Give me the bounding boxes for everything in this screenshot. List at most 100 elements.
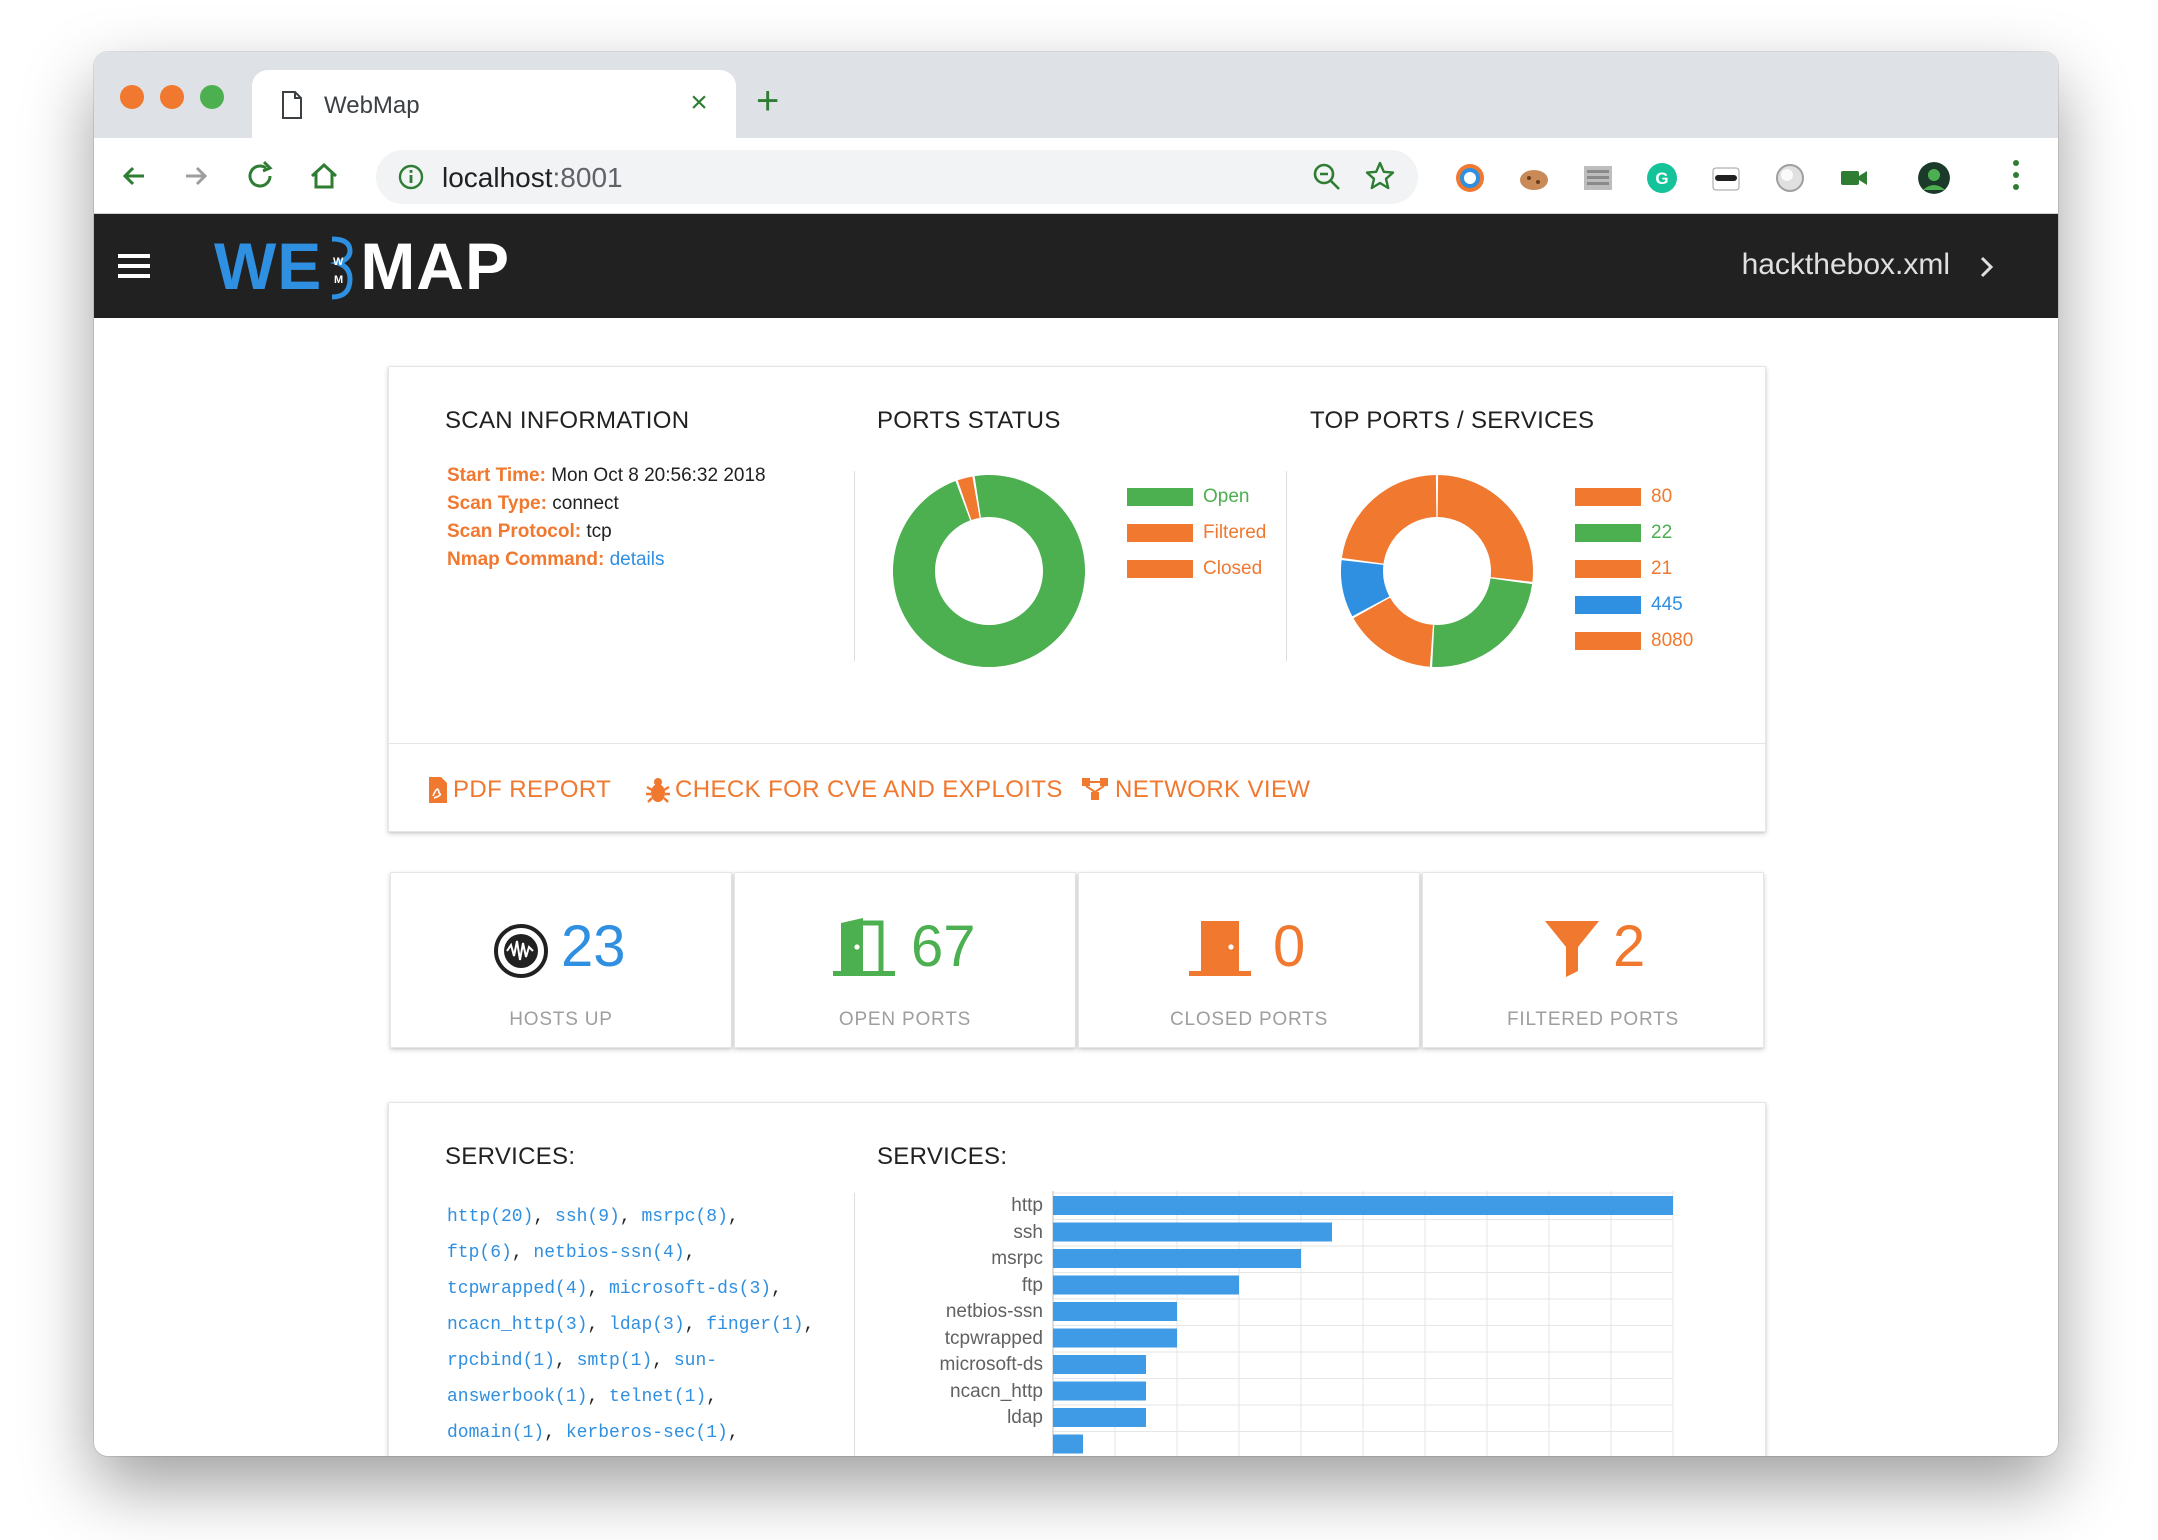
extension-grid-icon[interactable] xyxy=(1582,162,1614,194)
legend-label: 22 xyxy=(1651,522,1673,543)
closed-ports-label: CLOSED PORTS xyxy=(1169,1009,1329,1030)
extension-circle-icon[interactable] xyxy=(1774,162,1806,194)
service-link[interactable]: msrpc(8) xyxy=(641,1207,727,1227)
service-link[interactable]: http(20) xyxy=(447,1207,533,1227)
extension-mask-icon[interactable] xyxy=(1710,162,1742,194)
bar-tcpwrapped[interactable] xyxy=(1053,1328,1177,1348)
bar-msrpc[interactable] xyxy=(1053,1249,1301,1268)
svg-text:W: W xyxy=(333,256,344,268)
legend-swatch xyxy=(1575,488,1641,506)
logo-mark-icon: W M xyxy=(330,236,353,300)
bar-ftp[interactable] xyxy=(1053,1275,1239,1295)
ports-status-title: PORTS STATUS xyxy=(877,407,1061,434)
nmap-command-details-link[interactable]: details xyxy=(610,549,665,570)
top-ports-title: TOP PORTS / SERVICES xyxy=(1310,407,1595,434)
bar-label: msrpc xyxy=(991,1248,1043,1269)
close-tab-icon[interactable]: × xyxy=(684,88,714,118)
reload-icon[interactable] xyxy=(240,156,280,196)
donut-slice-8080[interactable] xyxy=(1341,475,1437,564)
service-link[interactable]: tcpwrapped(4) xyxy=(447,1279,587,1299)
close-window-button[interactable] xyxy=(120,85,144,109)
services-line: http(20), ssh(9), msrpc(8), xyxy=(447,1207,739,1227)
info-icon[interactable] xyxy=(398,164,424,190)
svg-text:M: M xyxy=(334,274,344,286)
service-link[interactable]: smtp(1) xyxy=(577,1351,653,1371)
bar-microsoft-ds[interactable] xyxy=(1053,1355,1146,1374)
service-link[interactable]: ssh(9) xyxy=(555,1207,620,1227)
bar-netbios-ssn[interactable] xyxy=(1053,1302,1177,1321)
bar-http[interactable] xyxy=(1053,1196,1673,1215)
maximize-window-button[interactable] xyxy=(200,85,224,109)
legend-swatch xyxy=(1127,524,1193,542)
donut-slice-80[interactable] xyxy=(1437,475,1533,582)
extension-cookie-icon[interactable] xyxy=(1518,162,1550,194)
hamburger-menu-icon[interactable] xyxy=(118,254,150,278)
filtered-ports-label: FILTERED PORTS xyxy=(1506,1009,1680,1030)
legend-swatch xyxy=(1575,632,1641,650)
bar-label: tcpwrapped xyxy=(944,1327,1043,1349)
zoom-icon[interactable] xyxy=(1312,162,1342,192)
document-icon xyxy=(282,91,302,119)
bar-ncacn_http[interactable] xyxy=(1053,1381,1146,1401)
main-content: SCAN INFORMATION Start Time: Mon Oct 8 2… xyxy=(94,318,2058,1456)
service-link[interactable]: answerbook(1) xyxy=(447,1387,587,1407)
divider xyxy=(1286,471,1287,661)
open-ports-card[interactable]: 67 OPEN PORTS xyxy=(734,872,1076,1048)
service-link[interactable]: domain(1) xyxy=(447,1423,544,1443)
service-link[interactable]: finger(1) xyxy=(706,1315,803,1335)
legend-swatch xyxy=(1127,560,1193,578)
service-link[interactable]: kerberos-sec(1) xyxy=(566,1423,728,1443)
video-camera-icon[interactable] xyxy=(1838,162,1870,194)
back-arrow-icon[interactable] xyxy=(114,156,154,196)
extension-colorful-icon[interactable] xyxy=(1454,162,1486,194)
donut-slice-open[interactable] xyxy=(893,475,1085,667)
legend-label: 80 xyxy=(1651,486,1673,507)
browser-toolbar: localhost:8001 G xyxy=(94,138,2058,214)
pdf-file-icon xyxy=(429,777,447,803)
bar-ldap[interactable] xyxy=(1053,1408,1146,1427)
service-link[interactable]: ftp(6) xyxy=(447,1243,512,1263)
hosts-up-card[interactable]: 23 HOSTS UP xyxy=(390,872,732,1048)
chevron-right-icon[interactable] xyxy=(1974,252,1998,282)
service-link[interactable]: rpcbind(1) xyxy=(447,1351,555,1371)
closed-ports-value: 0 xyxy=(1273,914,1306,979)
filtered-ports-card[interactable]: 2 FILTERED PORTS xyxy=(1422,872,1764,1048)
ports-status-donut-chart xyxy=(893,475,1085,667)
svg-text:G: G xyxy=(1655,169,1668,188)
service-link[interactable]: microsoft-ds(3) xyxy=(609,1279,771,1299)
network-view-button[interactable]: NETWORK VIEW xyxy=(1081,776,1310,804)
bookmark-star-icon[interactable] xyxy=(1364,160,1396,192)
service-link[interactable]: ncacn_http(3) xyxy=(447,1315,587,1335)
minimize-window-button[interactable] xyxy=(160,85,184,109)
check-cve-button[interactable]: CHECK FOR CVE AND EXPLOITS xyxy=(645,776,1063,804)
app-header: WE W M MAP hackthebox.xml xyxy=(94,214,2058,318)
bar-ssh[interactable] xyxy=(1053,1222,1332,1242)
service-link[interactable]: netbios-ssn(4) xyxy=(533,1243,684,1263)
service-link[interactable]: telnet(1) xyxy=(609,1387,706,1407)
address-bar[interactable]: localhost:8001 xyxy=(376,150,1418,204)
webmap-logo[interactable]: WE W M MAP xyxy=(214,230,510,302)
services-bar-chart xyxy=(1052,1191,1674,1456)
pdf-report-button[interactable]: PDF REPORT xyxy=(427,776,611,804)
url-text[interactable]: localhost:8001 xyxy=(442,162,623,194)
legend-swatch xyxy=(1575,524,1641,542)
scan-type-line: Scan Type: connect xyxy=(447,493,619,514)
start-time-line: Start Time: Mon Oct 8 20:56:32 2018 xyxy=(447,465,766,486)
service-link[interactable]: sun- xyxy=(674,1351,717,1371)
profile-avatar[interactable] xyxy=(1918,162,1950,194)
scan-filename[interactable]: hackthebox.xml xyxy=(1742,248,1950,282)
grammarly-icon[interactable]: G xyxy=(1646,162,1678,194)
divider xyxy=(854,1193,855,1456)
closed-ports-card[interactable]: 0 CLOSED PORTS xyxy=(1078,872,1420,1048)
service-link[interactable]: ldap(3) xyxy=(609,1315,685,1335)
open-ports-value: 67 xyxy=(911,914,976,979)
donut-slice-22[interactable] xyxy=(1432,578,1533,667)
forward-arrow-icon[interactable] xyxy=(176,156,216,196)
scan-protocol-line: Scan Protocol: tcp xyxy=(447,521,612,542)
browser-menu-icon[interactable] xyxy=(2012,160,2020,194)
legend-label: 21 xyxy=(1651,558,1673,579)
new-tab-icon[interactable]: + xyxy=(756,81,779,121)
radar-icon xyxy=(494,924,548,978)
home-icon[interactable] xyxy=(304,156,344,196)
tab-webmap[interactable]: WebMap × xyxy=(252,70,736,138)
